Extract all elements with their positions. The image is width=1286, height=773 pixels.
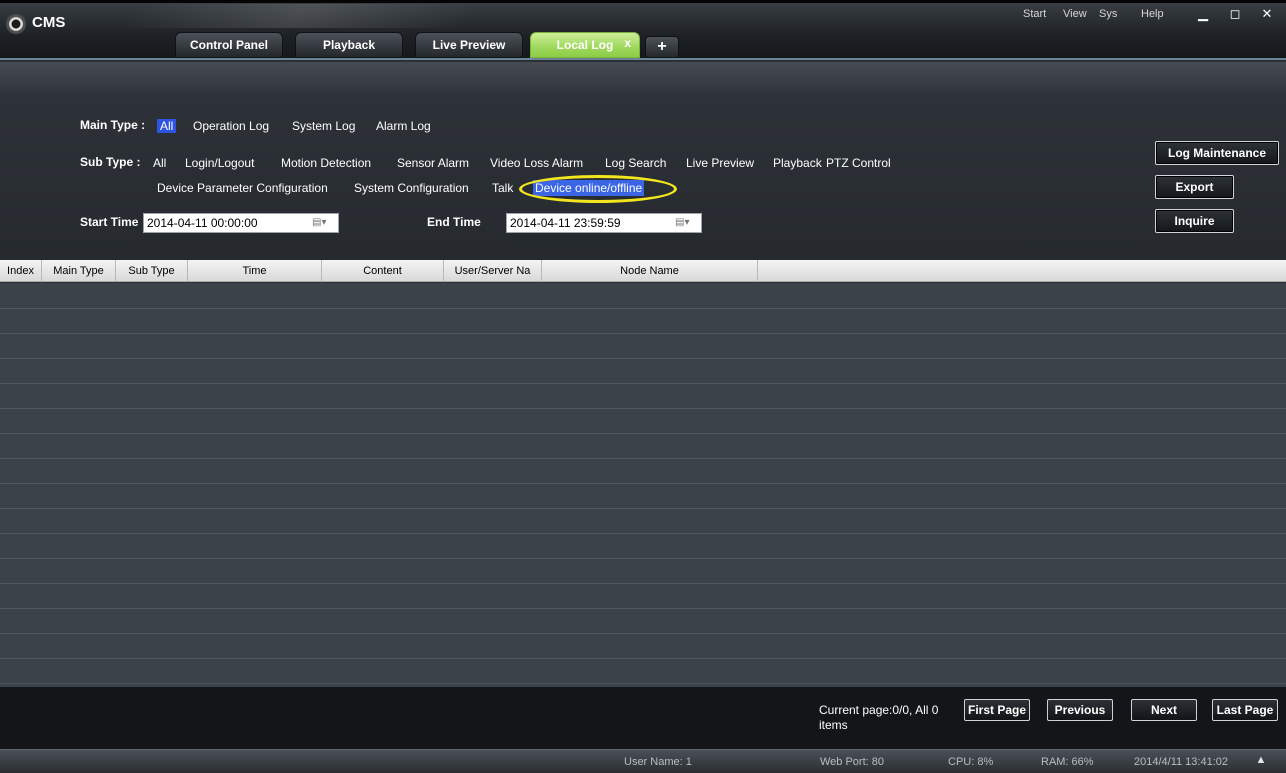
maximize-icon[interactable]: ◻ (1222, 6, 1248, 24)
title-bar: CMS Control Panel Playback Live Preview … (0, 0, 1286, 60)
status-datetime: 2014/4/11 13:41:02 (1134, 756, 1228, 768)
add-tab-button[interactable]: + (645, 36, 679, 58)
main-type-operation-log[interactable]: Operation Log (193, 119, 269, 133)
status-user-name: User Name: 1 (624, 756, 692, 768)
column-header-sub-type[interactable]: Sub Type (116, 260, 188, 282)
start-time-value: 2014-04-11 00:00:00 (147, 216, 258, 230)
sub-type-device-parameter-configuration[interactable]: Device Parameter Configuration (157, 181, 328, 195)
table-row-divider (0, 433, 1286, 434)
sub-type-label: Sub Type : (80, 155, 141, 169)
table-row-divider (0, 483, 1286, 484)
main-type-alarm-log[interactable]: Alarm Log (376, 119, 431, 133)
main-type-label: Main Type : (80, 118, 146, 132)
sub-type-live-preview[interactable]: Live Preview (686, 156, 754, 170)
table-row-divider (0, 608, 1286, 609)
sub-type-video-loss-alarm[interactable]: Video Loss Alarm (490, 156, 583, 170)
table-row-divider (0, 658, 1286, 659)
app-title: CMS (32, 14, 66, 31)
column-header-content[interactable]: Content (322, 260, 444, 282)
sub-type-system-configuration[interactable]: System Configuration (354, 181, 469, 195)
highlight-annotation (519, 175, 677, 203)
collapse-arrow-icon[interactable]: ▲ (1248, 754, 1274, 772)
tab-close-icon[interactable]: x (624, 31, 631, 55)
status-bar: User Name: 1 Web Port: 80 CPU: 8% RAM: 6… (0, 749, 1286, 773)
sub-type-all[interactable]: All (153, 156, 166, 170)
title-sheen-decoration (123, 4, 477, 28)
column-header-user-server[interactable]: User/Server Na (444, 260, 542, 282)
minimize-icon[interactable]: ▁ (1190, 6, 1216, 24)
start-time-label: Start Time (80, 215, 139, 229)
column-header-node-name[interactable]: Node Name (542, 260, 758, 282)
table-row-divider (0, 583, 1286, 584)
last-page-button[interactable]: Last Page (1212, 699, 1278, 721)
end-time-label: End Time (427, 215, 481, 229)
cms-logo-icon (6, 14, 26, 34)
sub-type-playback[interactable]: Playback (773, 156, 822, 170)
table-row-divider (0, 333, 1286, 334)
table-row-divider (0, 508, 1286, 509)
page-info-text: Current page:0/0, All 0 items (819, 703, 939, 732)
export-button[interactable]: Export (1155, 175, 1234, 199)
log-table-body[interactable] (0, 283, 1286, 687)
main-type-system-log[interactable]: System Log (292, 119, 355, 133)
sub-type-talk[interactable]: Talk (492, 181, 513, 195)
menu-sys[interactable]: Sys (1099, 8, 1117, 20)
previous-button[interactable]: Previous (1047, 699, 1113, 721)
main-type-all[interactable]: All (157, 119, 177, 133)
tab-live-preview[interactable]: Live Preview (415, 32, 523, 58)
table-row-divider (0, 308, 1286, 309)
sub-type-log-search[interactable]: Log Search (605, 156, 666, 170)
end-time-input[interactable]: 2014-04-11 23:59:59 ▤▾ (506, 213, 702, 233)
pagination-bar: Current page:0/0, All 0 items First Page… (0, 687, 1286, 749)
table-row-divider (0, 383, 1286, 384)
log-table-header: Index Main Type Sub Type Time Content Us… (0, 260, 1286, 282)
table-row-divider (0, 633, 1286, 634)
tab-control-panel[interactable]: Control Panel (175, 32, 283, 58)
menu-help[interactable]: Help (1141, 8, 1164, 20)
sub-type-sensor-alarm[interactable]: Sensor Alarm (397, 156, 469, 170)
column-header-time[interactable]: Time (188, 260, 322, 282)
menu-view[interactable]: View (1063, 8, 1087, 20)
column-header-main-type[interactable]: Main Type (42, 260, 116, 282)
sub-type-login-logout[interactable]: Login/Logout (185, 156, 254, 170)
tab-playback[interactable]: Playback (295, 32, 403, 58)
status-cpu: CPU: 8% (948, 756, 994, 768)
inquire-button[interactable]: Inquire (1155, 209, 1234, 233)
table-row-divider (0, 408, 1286, 409)
tab-local-log[interactable]: Local Log x (530, 32, 640, 58)
calendar-icon[interactable]: ▤▾ (675, 217, 695, 229)
status-ram: RAM: 66% (1041, 756, 1094, 768)
sub-type-motion-detection[interactable]: Motion Detection (281, 156, 371, 170)
first-page-button[interactable]: First Page (964, 699, 1030, 721)
calendar-icon[interactable]: ▤▾ (312, 217, 332, 229)
tab-local-log-label: Local Log (556, 38, 614, 52)
table-row-divider (0, 358, 1286, 359)
sub-type-ptz-control[interactable]: PTZ Control (826, 156, 891, 170)
filter-panel: Main Type : All Operation Log System Log… (0, 62, 1286, 260)
status-web-port: Web Port: 80 (820, 756, 884, 768)
column-header-index[interactable]: Index (0, 260, 42, 282)
start-time-input[interactable]: 2014-04-11 00:00:00 ▤▾ (143, 213, 339, 233)
table-row-divider (0, 458, 1286, 459)
end-time-value: 2014-04-11 23:59:59 (510, 216, 621, 230)
log-maintenance-button[interactable]: Log Maintenance (1155, 141, 1279, 165)
next-button[interactable]: Next (1131, 699, 1197, 721)
menu-start[interactable]: Start (1023, 8, 1046, 20)
close-icon[interactable]: ✕ (1254, 6, 1280, 24)
table-row-divider (0, 533, 1286, 534)
table-row-divider (0, 683, 1286, 684)
table-row-divider (0, 558, 1286, 559)
